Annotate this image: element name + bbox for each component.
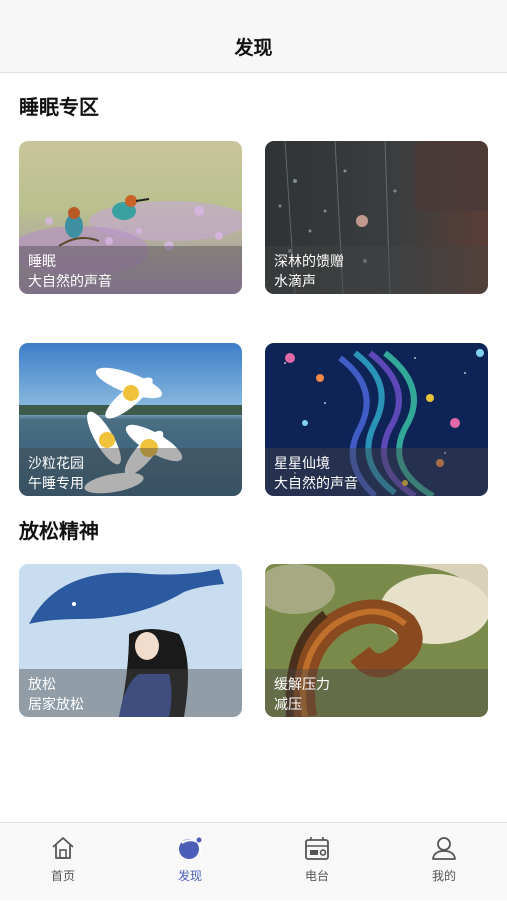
tab-radio[interactable]: 电台 bbox=[254, 823, 380, 901]
tab-label: 我的 bbox=[431, 869, 456, 883]
top-bar: 发现 bbox=[0, 0, 507, 73]
card-forest-gift[interactable]: 深林的馈赠 水滴声 bbox=[265, 141, 488, 294]
card-sand-garden[interactable]: 沙粒花园 午睡专用 bbox=[19, 343, 242, 496]
card-caption: 深林的馈赠 水滴声 bbox=[265, 246, 488, 294]
card-title: 星星仙境 bbox=[274, 456, 330, 472]
card-title: 睡眠 bbox=[28, 254, 56, 270]
card-subtitle: 午睡专用 bbox=[28, 476, 84, 492]
card-subtitle: 大自然的声音 bbox=[28, 274, 112, 290]
card-stress-relief[interactable]: 缓解压力 减压 bbox=[265, 564, 488, 717]
tab-label: 首页 bbox=[50, 869, 75, 883]
user-icon bbox=[432, 837, 456, 860]
radio-icon bbox=[305, 837, 329, 860]
page-title: 发现 bbox=[234, 37, 273, 59]
card-title: 放松 bbox=[28, 677, 56, 693]
discover-icon bbox=[179, 837, 202, 859]
bottom-tab-bar: 首页 发现 电台 我的 bbox=[0, 822, 507, 900]
card-caption: 放松 居家放松 bbox=[19, 669, 242, 717]
card-title: 深林的馈赠 bbox=[274, 254, 344, 270]
home-icon bbox=[52, 837, 74, 859]
card-subtitle: 减压 bbox=[274, 697, 302, 713]
tab-home[interactable]: 首页 bbox=[0, 823, 126, 901]
card-caption: 缓解压力 减压 bbox=[265, 669, 488, 717]
card-subtitle: 水滴声 bbox=[274, 274, 316, 290]
card-relax[interactable]: 放松 居家放松 bbox=[19, 564, 242, 717]
card-star-wonderland[interactable]: 星星仙境 大自然的声音 bbox=[265, 343, 488, 496]
tab-label: 电台 bbox=[304, 869, 329, 883]
tab-mine[interactable]: 我的 bbox=[381, 823, 507, 901]
card-title: 沙粒花园 bbox=[28, 456, 84, 472]
card-caption: 沙粒花园 午睡专用 bbox=[19, 448, 242, 496]
card-subtitle: 居家放松 bbox=[28, 697, 84, 713]
section-title-sleep: 睡眠专区 bbox=[19, 95, 99, 119]
tab-label: 发现 bbox=[177, 869, 202, 883]
card-caption: 睡眠 大自然的声音 bbox=[19, 246, 242, 294]
card-title: 缓解压力 bbox=[274, 677, 330, 693]
card-subtitle: 大自然的声音 bbox=[274, 476, 358, 492]
section-title-relax: 放松精神 bbox=[19, 519, 99, 543]
tab-discover[interactable]: 发现 bbox=[127, 823, 253, 901]
card-sleep[interactable]: 睡眠 大自然的声音 bbox=[19, 141, 242, 294]
card-caption: 星星仙境 大自然的声音 bbox=[265, 448, 488, 496]
